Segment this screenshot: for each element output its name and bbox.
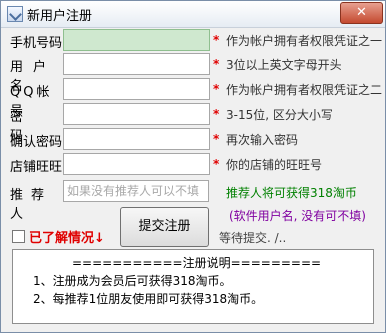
confirm-password-field[interactable] <box>63 128 210 150</box>
referrer-field[interactable]: 如果没有推荐人可以不填 <box>63 180 209 202</box>
app-icon <box>7 6 23 22</box>
required-mark: * <box>213 132 220 146</box>
phone-field[interactable] <box>63 29 210 51</box>
qq-hint: 作为帐户拥有者权限凭证之二 <box>226 83 383 97</box>
username-field[interactable] <box>63 53 210 75</box>
required-mark: * <box>213 57 220 71</box>
title-bar: 新用户注册 ✕ <box>1 1 385 28</box>
checkbox-box[interactable] <box>12 230 25 243</box>
agree-checkbox[interactable]: 已了解情况↓ <box>12 227 114 246</box>
referrer-sub-hint: (软件用户名, 没有可不填) <box>229 209 366 223</box>
agree-label: 已了解情况↓ <box>29 231 105 246</box>
registration-notes: ===========注册说明========= 1、注册成为会员后可获得318… <box>12 249 374 324</box>
required-mark: * <box>213 82 220 96</box>
referrer-hint: 推荐人将可获得318淘币 <box>226 186 357 200</box>
window-title: 新用户注册 <box>27 9 93 24</box>
confirm-password-hint: 再次输入密码 <box>226 133 299 147</box>
close-icon: ✕ <box>356 5 367 20</box>
shop-wangwang-field[interactable] <box>63 153 210 175</box>
phone-label: 手机号码 <box>10 36 63 51</box>
phone-hint: 作为帐户拥有者权限凭证之一 <box>226 34 383 48</box>
status-text: 等待提交. /.. <box>219 231 287 245</box>
password-field[interactable] <box>63 103 210 125</box>
notes-title: ===========注册说明========= <box>72 256 322 270</box>
registration-window: 新用户注册 ✕ 手机号码 * 作为帐户拥有者权限凭证之一 用户名 * 3位以上英… <box>0 0 386 333</box>
shop-wangwang-label: 店铺旺旺 <box>10 160 63 175</box>
close-button[interactable]: ✕ <box>340 2 383 24</box>
notes-line: 1、注册成为会员后可获得318淘币。 <box>33 274 232 288</box>
username-hint: 3位以上英文字母开头 <box>226 58 342 72</box>
qq-field[interactable] <box>63 78 210 100</box>
required-mark: * <box>213 107 220 121</box>
notes-line: 2、每推荐1位朋友使用即可获得318淘币。 <box>33 292 264 306</box>
required-mark: * <box>213 157 220 171</box>
required-mark: * <box>213 33 220 47</box>
shop-wangwang-hint: 你的店铺的旺旺号 <box>226 158 323 172</box>
referrer-label: 推荐人 <box>10 188 53 222</box>
confirm-password-label: 确认密码 <box>10 135 63 150</box>
submit-registration-button[interactable]: 提交注册 <box>120 207 209 247</box>
password-hint: 3-15位, 区分大小写 <box>226 108 333 122</box>
